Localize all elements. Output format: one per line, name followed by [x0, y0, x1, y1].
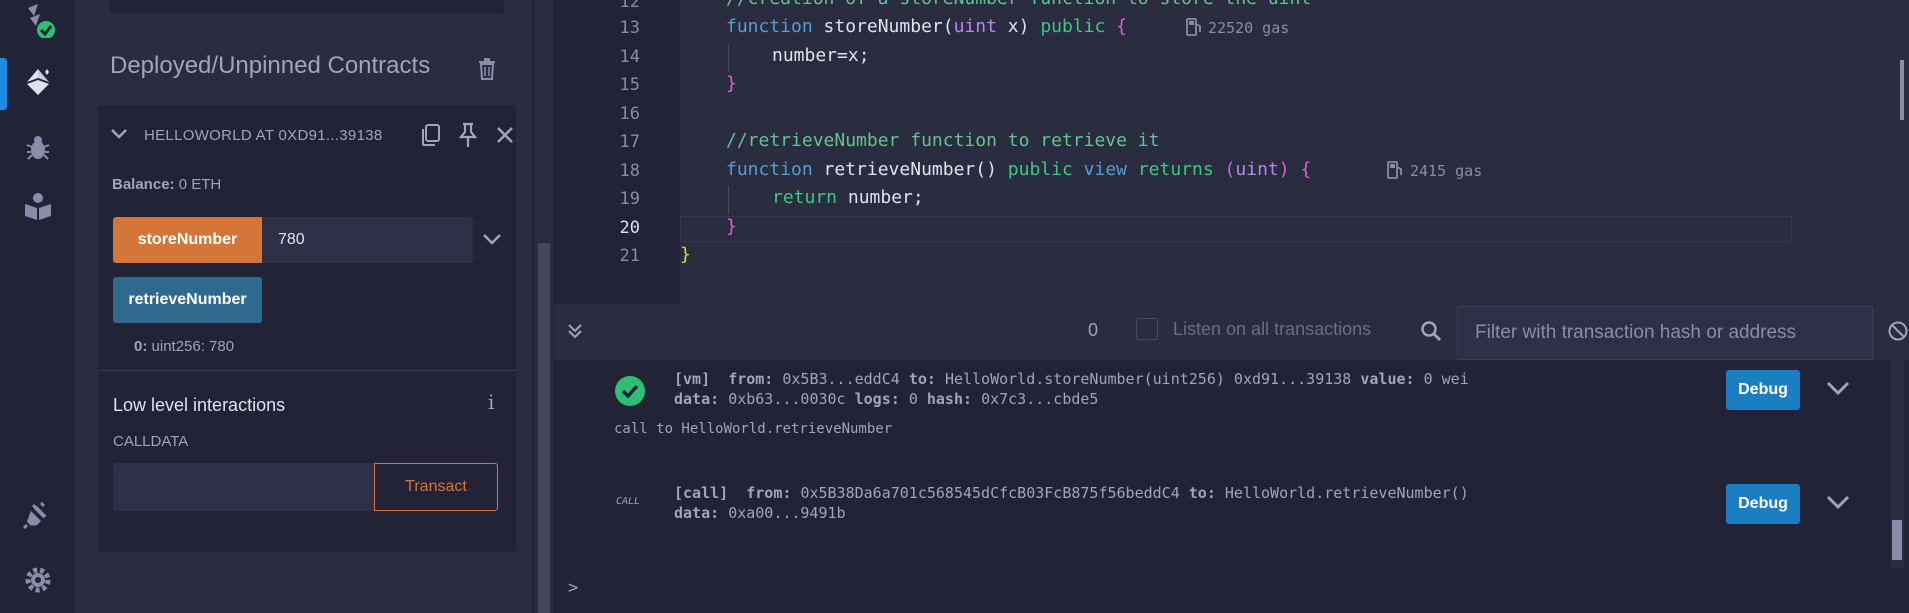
- indent-guide: [728, 186, 729, 214]
- line-number-gutter: 12 13 14 15 16 17 18 19 20 21: [554, 0, 680, 304]
- deployed-contract-card: HELLOWORLD AT 0XD91...39138 Balance: 0 E…: [98, 105, 516, 552]
- tx-vm-line2: data: 0xb63...0030c logs: 0 hash: 0x7c3.…: [674, 390, 1099, 408]
- expand-tx-chevron-icon[interactable]: [1826, 494, 1850, 515]
- result-value: uint256: 780: [151, 338, 235, 355]
- terminal-scrollbar-thumb[interactable]: [1892, 520, 1902, 560]
- line-number: 14: [619, 47, 640, 67]
- panel-scrollbar-thumb[interactable]: [538, 243, 550, 613]
- search-icon[interactable]: [1420, 320, 1442, 347]
- code-line-19: return number;: [772, 187, 924, 208]
- copy-icon[interactable]: [420, 123, 442, 152]
- listen-checkbox[interactable]: [1136, 318, 1158, 340]
- deploy-run-icon[interactable]: [20, 64, 56, 100]
- terminal-toolbar: 0 Listen on all transactions Filter with…: [554, 304, 1909, 360]
- gas-pump-icon: [1387, 161, 1403, 184]
- code-editor[interactable]: 12 13 14 15 16 17 18 19 20 21 //creation…: [554, 0, 1909, 304]
- debug-button[interactable]: Debug: [1726, 484, 1800, 524]
- code-area[interactable]: //creation of a storeNumber function to …: [680, 0, 1909, 304]
- pin-icon[interactable]: [458, 122, 478, 153]
- gas-estimate: 22520 gas: [1208, 19, 1290, 37]
- balance-label: Balance:: [112, 176, 175, 193]
- close-icon[interactable]: [496, 126, 514, 149]
- indent-guide: [728, 44, 729, 72]
- icon-panel: [0, 0, 76, 613]
- listen-label: Listen on all transactions: [1173, 319, 1372, 339]
- code-line-17: //retrieveNumber function to retrieve it: [726, 130, 1160, 151]
- code-line-21: }: [680, 244, 691, 265]
- clear-console-icon[interactable]: [1887, 320, 1909, 347]
- line-number: 19: [619, 189, 640, 209]
- call-note: call to HelloWorld.retrieveNumber: [614, 421, 893, 437]
- result-index: 0:: [134, 338, 148, 355]
- gas-estimate: 2415 gas: [1410, 162, 1483, 180]
- tx-call-line2: data: 0xa00...9491b: [674, 504, 846, 522]
- call-badge: CALL: [616, 496, 641, 507]
- previous-section-box: [110, 0, 504, 14]
- line-number: 12: [619, 0, 640, 12]
- code-line-20: }: [726, 216, 737, 237]
- store-number-input[interactable]: 780: [262, 217, 473, 263]
- retrieve-number-button[interactable]: retrieveNumber: [113, 277, 262, 323]
- line-number: 17: [619, 132, 640, 152]
- solidity-compiler-icon[interactable]: [20, 2, 56, 38]
- tx-vm-line1: [vm] from: 0x5B3...eddC4 to: HelloWorld.…: [674, 370, 1469, 388]
- code-line-14: number=x;: [772, 45, 870, 66]
- line-number-active: 20: [619, 218, 640, 238]
- editor-scrollbar[interactable]: [1900, 60, 1904, 120]
- success-check-icon: [614, 375, 646, 412]
- deployed-contracts-header: Deployed/Unpinned Contracts: [110, 52, 431, 79]
- line-number: 21: [619, 246, 640, 266]
- call-result: 0: uint256: 780: [134, 338, 234, 355]
- current-line-highlight: [680, 216, 1792, 242]
- balance-value: 0 ETH: [178, 176, 222, 193]
- trash-icon[interactable]: [477, 58, 497, 85]
- debug-button[interactable]: Debug: [1726, 370, 1800, 410]
- deploy-run-panel: Deployed/Unpinned Contracts HELLOWORLD A…: [76, 0, 532, 613]
- expand-chevron-icon[interactable]: [482, 232, 502, 251]
- code-line-13: function storeNumber(uint x) public {: [726, 16, 1128, 37]
- code-line-12: //creation of a storeNumber function to …: [726, 0, 1311, 9]
- debugger-icon[interactable]: [20, 130, 56, 166]
- expand-tx-chevron-icon[interactable]: [1826, 380, 1850, 401]
- chevron-down-icon[interactable]: [110, 127, 128, 146]
- active-indicator: [0, 58, 7, 110]
- terminal-panel: 0 Listen on all transactions Filter with…: [554, 304, 1909, 613]
- low-level-title: Low level interactions: [113, 395, 286, 415]
- collapse-terminal-icon[interactable]: [566, 322, 584, 345]
- learneth-icon[interactable]: [20, 188, 56, 224]
- line-number: 15: [619, 75, 640, 95]
- filter-placeholder: Filter with transaction hash or address: [1475, 322, 1797, 343]
- info-icon[interactable]: i: [488, 390, 494, 414]
- calldata-label: CALLDATA: [113, 433, 189, 450]
- line-number: 16: [619, 104, 640, 124]
- transact-button[interactable]: Transact: [374, 463, 498, 511]
- pending-tx-count: 0: [1088, 320, 1099, 340]
- filter-input[interactable]: Filter with transaction hash or address: [1457, 306, 1873, 360]
- store-number-button[interactable]: storeNumber: [113, 217, 262, 263]
- plugin-manager-icon[interactable]: [20, 496, 56, 532]
- code-line-18: function retrieveNumber() public view re…: [726, 159, 1312, 180]
- balance-row: Balance: 0 ETH: [112, 176, 221, 193]
- divider: [98, 370, 516, 371]
- line-number: 18: [619, 161, 640, 181]
- tx-call-line1: [call] from: 0x5B38Da6a701c568545dCfcB03…: [674, 484, 1469, 502]
- line-number: 13: [619, 18, 640, 38]
- gas-pump-icon: [1186, 18, 1202, 41]
- code-line-15: }: [726, 73, 737, 94]
- terminal-prompt[interactable]: >: [568, 578, 578, 598]
- settings-gear-icon[interactable]: [20, 562, 56, 598]
- contract-title: HELLOWORLD AT 0XD91...39138: [144, 127, 383, 144]
- calldata-input[interactable]: [113, 463, 375, 511]
